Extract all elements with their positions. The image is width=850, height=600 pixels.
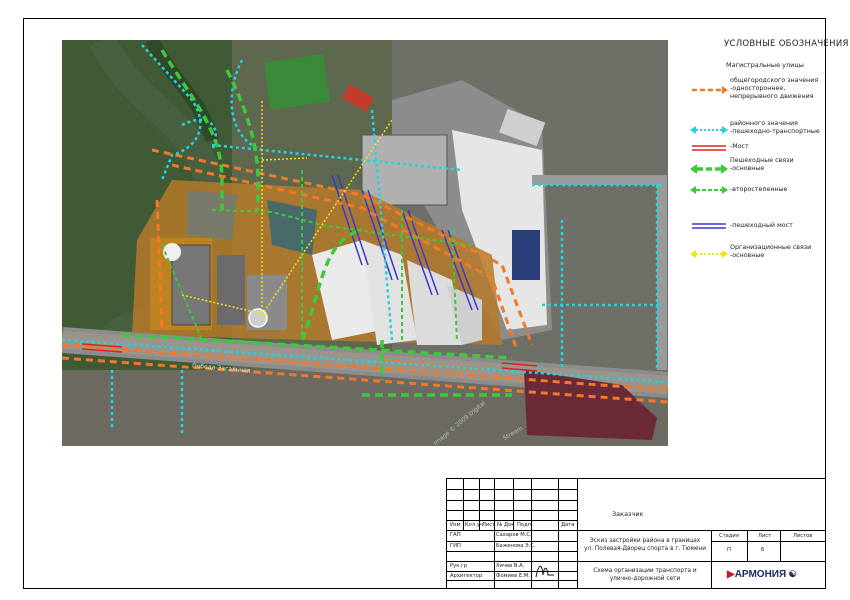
- legend-section-main-streets: Магистральные улицы: [726, 61, 804, 69]
- pedestrian-bridge-icon: [692, 223, 726, 229]
- site-plan-drawing: [62, 40, 668, 446]
- orange-dashed-arrow-icon: [692, 86, 728, 94]
- role-architect: Архитектор: [450, 573, 483, 579]
- green-double-arrow-icon: [690, 164, 728, 174]
- header-sign: Подп.: [517, 522, 533, 528]
- legend-item-organisational: Организационные связи -основные: [730, 244, 812, 259]
- legend-item-city-road: общегородского значения -одностороннее, …: [730, 77, 819, 100]
- project-title: Эскиз застройки района в границах ул. По…: [584, 538, 706, 552]
- header-izm: Изм: [450, 522, 461, 528]
- green-dashed-arrow-icon: [690, 186, 728, 194]
- stage-value: П: [727, 547, 731, 553]
- legend-item-district-road: районного значения -пешеходно-транспортн…: [730, 120, 820, 135]
- map-legend: УСЛОВНЫЕ ОБОЗНАЧЕНИЯ Магистральные улицы…: [690, 36, 848, 276]
- sheet-value: 6: [761, 547, 765, 553]
- role-gip: ГИП: [450, 543, 461, 549]
- name-architect: Фомиев Е.М.: [496, 573, 530, 579]
- company-name: АРМОНИЯ: [734, 569, 787, 580]
- legend-item-pedestrian-secondary: -второстепенные: [730, 186, 788, 193]
- sheets-header: Листов: [793, 533, 813, 539]
- role-gap: ГАП: [450, 532, 461, 538]
- stage-header: Стадия: [719, 533, 739, 539]
- bridge-icon: [692, 145, 726, 151]
- name-gip: Баженова Э.С.: [496, 543, 536, 549]
- legend-item-bridge: -Мост: [730, 143, 749, 150]
- header-doc: № Док: [497, 522, 515, 528]
- yellow-dotted-arrow-icon: [690, 250, 728, 258]
- sheet-header: Лист: [758, 533, 772, 539]
- cyan-dotted-arrow-icon: [690, 126, 728, 134]
- signature-icon: [535, 565, 554, 578]
- name-ruk: Хичев В.А.: [496, 563, 525, 569]
- legend-title: УСЛОВНЫЕ ОБОЗНАЧЕНИЯ: [724, 39, 849, 49]
- drawing-title: Схема организации транспорта и улично-до…: [593, 568, 697, 582]
- site-plan-map: Победа-Загальная Image © 2009 Digital St…: [62, 40, 668, 446]
- name-gap: Сахаров М.С.: [496, 532, 532, 538]
- role-ruk: Рук.гр: [450, 563, 467, 569]
- header-list: Лист: [482, 522, 496, 528]
- customer-label: Заказчик: [612, 510, 644, 518]
- header-date: Дата: [561, 522, 575, 528]
- legend-item-pedestrian-main: Пешеходные связи -основные: [730, 157, 794, 172]
- company-logo: ▶АРМОНИЯ ☯: [727, 569, 797, 580]
- legend-item-pedestrian-bridge: -пешеходный мост: [730, 222, 793, 229]
- header-kolvo: Кол.уч: [465, 522, 483, 528]
